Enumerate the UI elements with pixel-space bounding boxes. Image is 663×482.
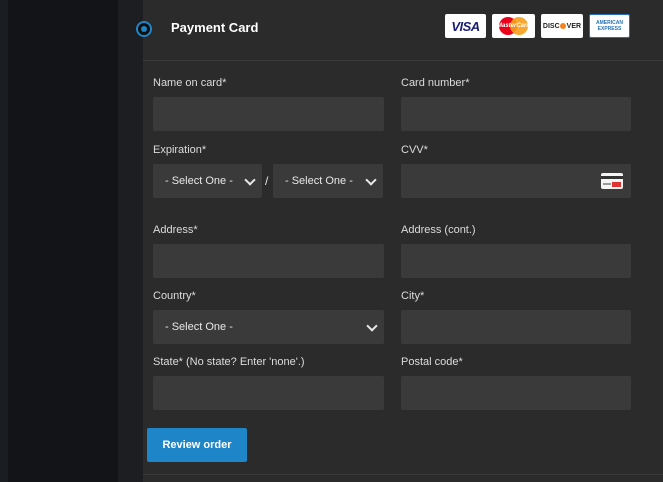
country-value: - Select One -: [165, 321, 233, 333]
card-number-label: Card number*: [401, 77, 470, 89]
card-number-input[interactable]: [401, 97, 631, 131]
expiration-year-value: - Select One -: [285, 175, 353, 187]
payment-method-header: Payment Card VISA MasterCard DISC VER AME…: [136, 0, 663, 61]
chevron-down-icon: [366, 320, 378, 332]
payment-card-radio[interactable]: [136, 21, 152, 37]
country-select[interactable]: - Select One -: [153, 310, 384, 344]
cvv-label: CVV*: [401, 144, 428, 156]
postal-code-label: Postal code*: [401, 356, 463, 368]
address-cont-label: Address (cont.): [401, 224, 476, 236]
expiration-year-select[interactable]: - Select One -: [273, 164, 383, 198]
name-on-card-input[interactable]: [153, 97, 384, 131]
expiration-month-select[interactable]: - Select One -: [153, 164, 262, 198]
address-input[interactable]: [153, 244, 384, 278]
state-input[interactable]: [153, 376, 384, 410]
payment-panel: Payment Card VISA MasterCard DISC VER AME…: [136, 0, 663, 482]
address-label: Address*: [153, 224, 198, 236]
mastercard-logo: MasterCard: [492, 14, 535, 38]
discover-logo: DISC VER: [541, 14, 583, 38]
cvv-input[interactable]: [401, 164, 631, 198]
chevron-down-icon: [244, 174, 256, 186]
expiration-month-value: - Select One -: [165, 175, 233, 187]
cvv-card-icon: [601, 173, 623, 189]
left-gutter: [118, 0, 143, 482]
expiration-separator: /: [265, 174, 269, 188]
chevron-down-icon: [365, 174, 377, 186]
left-background-strip: [0, 0, 8, 482]
postal-code-input[interactable]: [401, 376, 631, 410]
review-order-button[interactable]: Review order: [147, 428, 247, 462]
state-label: State* (No state? Enter 'none'.): [153, 356, 305, 368]
city-input[interactable]: [401, 310, 631, 344]
country-label: Country*: [153, 290, 196, 302]
address-cont-input[interactable]: [401, 244, 631, 278]
accepted-cards: VISA MasterCard DISC VER AMERICAN EXPRESS: [445, 14, 630, 38]
expiration-label: Expiration*: [153, 144, 207, 156]
name-on-card-label: Name on card*: [153, 77, 227, 89]
city-label: City*: [401, 290, 425, 302]
panel-bottom-divider: [143, 474, 663, 475]
amex-logo: AMERICAN EXPRESS: [589, 14, 630, 38]
visa-logo: VISA: [445, 14, 486, 38]
payment-card-title: Payment Card: [171, 20, 259, 35]
